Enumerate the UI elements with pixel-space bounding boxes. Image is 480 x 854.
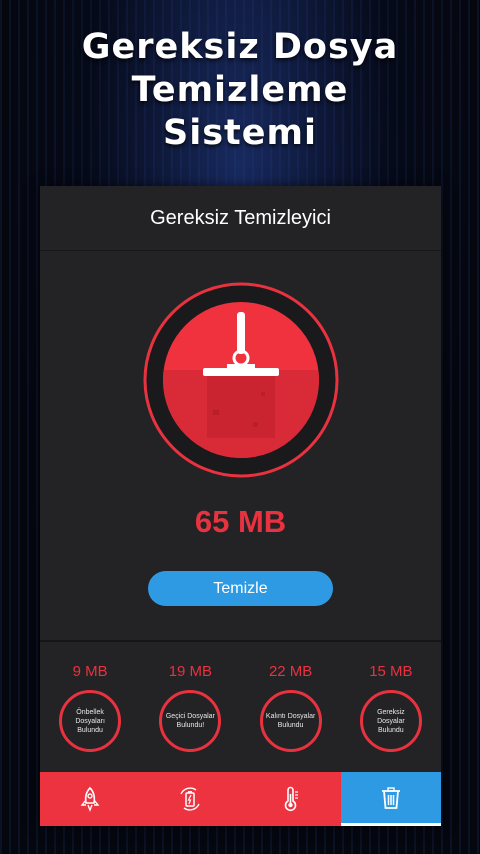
trash-icon [381,786,400,809]
app-title: Gereksiz Temizleyici [150,206,331,229]
nav-junk-cleaner[interactable] [340,772,441,826]
stat-cache-label: Önbellek Dosyaları Bulundu [59,690,122,752]
stat-junk: 15 MB Gereksiz Dosyalar Bulundu [341,660,441,752]
rocket-icon [80,786,100,812]
section-divider [40,640,441,642]
cleaner-gauge [143,282,339,478]
brush-icon [143,282,339,478]
stat-temp: 19 MB Geçici Dosyalar Bulundu! [140,660,240,752]
app-header: Gereksiz Temizleyici [40,186,441,251]
nav-cooler[interactable] [240,772,341,826]
thermometer-icon [284,786,298,812]
nav-battery[interactable] [140,772,241,826]
bottom-nav [40,772,441,826]
clean-button[interactable]: Temizle [148,571,333,606]
stat-junk-size: 15 MB [369,663,413,680]
promo-title-line2: Temizleme [131,70,349,110]
promo-title: Gereksiz Dosya Temizleme Sistemi [0,26,480,155]
promo-title-line3: Sistemi [163,113,317,153]
junk-size-value: 65 MB [194,504,287,539]
stat-junk-label: Gereksiz Dosyalar Bulundu [359,690,422,752]
promo-title-line1: Gereksiz Dosya [81,27,399,67]
stat-residual: 22 MB Kalıntı Dosyalar Bulundu [241,660,341,752]
stats-row: 9 MB Önbellek Dosyaları Bulundu 19 MB Ge… [40,660,441,752]
stat-residual-label: Kalıntı Dosyalar Bulundu [259,690,322,752]
stat-residual-size: 22 MB [268,663,313,680]
stat-temp-size: 19 MB [168,663,213,680]
app-screen: Gereksiz Temizleyici 65 MB Temizle 9 MB [40,186,441,826]
stat-temp-label: Geçici Dosyalar Bulundu! [159,690,222,752]
battery-icon [180,787,201,811]
stat-cache: 9 MB Önbellek Dosyaları Bulundu [40,660,140,752]
nav-boost[interactable] [40,772,141,826]
stat-cache-size: 9 MB [72,663,108,680]
